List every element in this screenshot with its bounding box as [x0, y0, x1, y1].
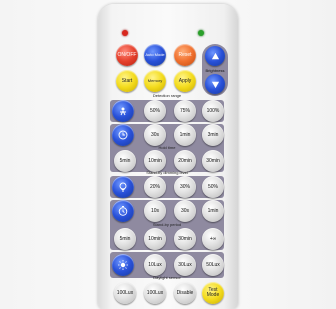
range-50-button[interactable]: 50%: [144, 100, 166, 122]
hold-30s-button[interactable]: 30s: [144, 124, 166, 146]
memory-button[interactable]: Memory: [144, 70, 166, 92]
detection-range-caption: Detection range: [152, 93, 182, 98]
period-30min-button[interactable]: 30min: [174, 228, 196, 250]
lux-10-button[interactable]: 10Lux: [144, 254, 166, 276]
period-30s-button[interactable]: 30s: [174, 200, 196, 222]
hold-20min-button[interactable]: 20min: [174, 150, 196, 172]
red-indicator-led: [122, 30, 128, 36]
bulb-icon: [119, 182, 127, 192]
reset-button[interactable]: Reset: [174, 44, 196, 66]
lux-100-button[interactable]: 100Lux: [114, 282, 136, 304]
motion-sensor-icon: [120, 107, 126, 116]
test-mode-button[interactable]: Test Mode: [202, 282, 224, 304]
dim-50-button[interactable]: 50%: [202, 176, 224, 198]
clock-icon: [118, 130, 128, 140]
hold-1min-button[interactable]: 1min: [174, 124, 196, 146]
range-100-button[interactable]: 100%: [202, 100, 224, 122]
auto-mode-button[interactable]: Auto Mode: [144, 44, 166, 66]
dim-20-button[interactable]: 20%: [144, 176, 166, 198]
period-10s-button[interactable]: 10s: [144, 200, 166, 222]
apply-button[interactable]: Apply: [174, 70, 196, 92]
timer-icon: [118, 206, 128, 216]
start-button[interactable]: Start: [116, 70, 138, 92]
hold-10min-button[interactable]: 10min: [144, 150, 166, 172]
period-infinite-button[interactable]: +∞: [202, 228, 224, 250]
hold-5min-button[interactable]: 5min: [114, 150, 136, 172]
brightness-label: Brightness: [205, 68, 225, 73]
hold-30min-button[interactable]: 30min: [202, 150, 224, 172]
range-75-button[interactable]: 75%: [174, 100, 196, 122]
standby-dimming-key[interactable]: [112, 176, 134, 198]
hold-time-key[interactable]: [112, 124, 134, 146]
brightness-up-button[interactable]: [205, 46, 225, 66]
arrow-down-icon: [211, 81, 219, 88]
daylight-caption: Daylight sensor: [153, 275, 181, 280]
on-off-button[interactable]: ON/OFF: [116, 44, 138, 66]
lux-100-alt-button[interactable]: 100Lux: [144, 282, 166, 304]
period-10min-button[interactable]: 10min: [144, 228, 166, 250]
standby-period-key[interactable]: [112, 200, 134, 222]
green-indicator-led: [198, 30, 204, 36]
remote-control: Brightness ON/OFF Auto Mode Reset Start …: [98, 4, 238, 309]
lux-50-button[interactable]: 50Lux: [202, 254, 224, 276]
detection-range-key[interactable]: [112, 100, 134, 122]
sun-icon: [118, 260, 128, 270]
dim-30-button[interactable]: 30%: [174, 176, 196, 198]
standby-period-caption: Stand-by period: [152, 222, 182, 227]
arrow-up-icon: [211, 52, 219, 59]
period-5min-button[interactable]: 5min: [114, 228, 136, 250]
standby-dimming-caption: Stand-by dimming level: [146, 170, 188, 175]
hold-3min-button[interactable]: 3min: [202, 124, 224, 146]
lux-30-button[interactable]: 30Lux: [174, 254, 196, 276]
period-1min-button[interactable]: 1min: [202, 200, 224, 222]
brightness-down-button[interactable]: [205, 74, 225, 94]
daylight-key[interactable]: [112, 254, 134, 276]
daylight-disable-button[interactable]: Disable: [174, 282, 196, 304]
